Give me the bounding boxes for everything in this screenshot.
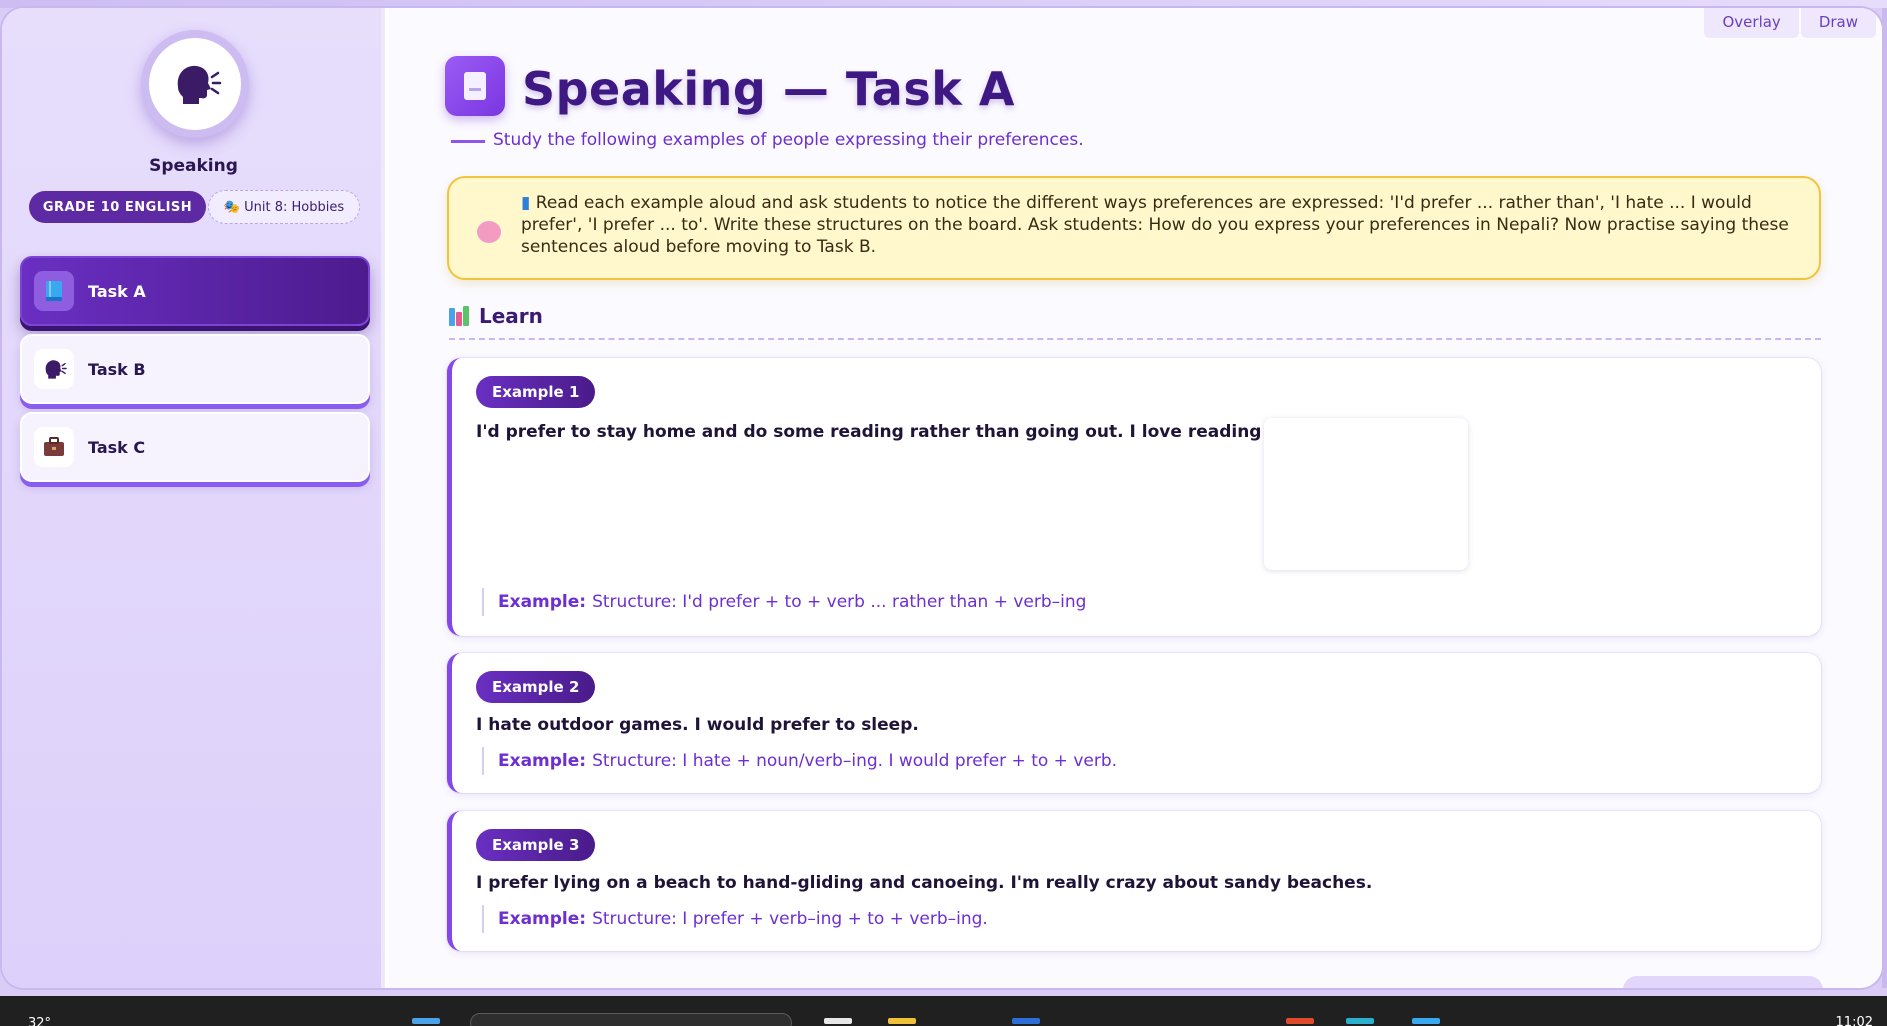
document-icon <box>445 56 505 116</box>
example-label: Example: <box>498 592 587 612</box>
browser-icon[interactable] <box>1346 1018 1374 1024</box>
structure-text: Structure: I'd prefer + to + verb ... ra… <box>592 592 1087 612</box>
example-image <box>1264 418 1468 570</box>
sidebar-item-label: Task A <box>88 281 146 301</box>
teacher-note: ▮ Read each example aloud and ask studen… <box>447 176 1821 280</box>
app-window: Speaking GRADE 10 ENGLISH 🎭 Unit 8: Hobb… <box>2 8 1882 988</box>
example-card-2: Example 2 I hate outdoor games. I would … <box>447 653 1821 793</box>
sidebar-item-label: Task B <box>88 359 146 379</box>
next-button[interactable] <box>1623 976 1823 988</box>
example-label: Example: <box>498 751 587 771</box>
file-explorer-icon[interactable] <box>824 1018 852 1024</box>
page-subtitle: Study the following examples of people e… <box>493 130 1084 150</box>
speaking-head-icon <box>45 360 67 379</box>
example-badge: Example 2 <box>476 671 596 703</box>
sidebar-item-task-b[interactable]: Task B <box>20 334 370 404</box>
app-icon[interactable] <box>1412 1018 1440 1024</box>
example-sentence: I hate outdoor games. I would prefer to … <box>476 715 919 735</box>
briefcase-icon <box>44 437 64 456</box>
example-sentence: I'd prefer to stay home and do some read… <box>476 422 1348 442</box>
books-icon <box>449 306 471 326</box>
sidebar-item-task-a[interactable]: Task A <box>20 256 370 326</box>
app-icon[interactable] <box>888 1018 916 1024</box>
sidebar: Speaking GRADE 10 ENGLISH 🎭 Unit 8: Hobb… <box>2 8 385 988</box>
theater-masks-icon: 🎭 <box>223 199 241 215</box>
example-structure: Example: Structure: I prefer + verb–ing … <box>482 905 988 933</box>
example-structure: Example: Structure: I'd prefer + to + ve… <box>482 588 1086 616</box>
learn-heading-text: Learn <box>479 304 543 328</box>
draw-button[interactable]: Draw <box>1800 8 1876 38</box>
overlay-button[interactable]: Overlay <box>1704 8 1799 38</box>
sidebar-title: Speaking <box>149 156 238 176</box>
example-structure: Example: Structure: I hate + noun/verb–i… <box>482 747 1117 775</box>
example-card-1: Example 1 I'd prefer to stay home and do… <box>447 358 1821 636</box>
example-card-3: Example 3 I prefer lying on a beach to h… <box>447 811 1821 951</box>
learn-heading: Learn <box>449 304 543 328</box>
avatar <box>141 30 249 138</box>
app-icon[interactable] <box>1012 1018 1040 1024</box>
start-icon[interactable] <box>412 1018 440 1024</box>
sidebar-item-task-c[interactable]: Task C <box>20 412 370 482</box>
subtitle-divider <box>451 140 485 143</box>
unit-badge: 🎭 Unit 8: Hobbies <box>208 190 360 224</box>
taskbar: 32° 11:02 <box>0 996 1887 1026</box>
window-scrollbar[interactable] <box>1882 8 1887 988</box>
main-content: Overlay Draw Speaking — Task A Study the… <box>389 8 1882 988</box>
taskbar-search[interactable] <box>470 1013 792 1026</box>
app-icon[interactable] <box>1286 1018 1314 1024</box>
page-title: Speaking — Task A <box>522 62 1015 116</box>
unit-label: Unit 8: Hobbies <box>244 199 345 215</box>
structure-text: Structure: I prefer + verb–ing + to + ve… <box>592 909 988 929</box>
teacher-note-text: Read each example aloud and ask students… <box>521 193 1789 257</box>
brain-icon <box>477 221 501 243</box>
structure-text: Structure: I hate + noun/verb–ing. I wou… <box>592 751 1118 771</box>
weather-temperature[interactable]: 32° <box>28 1016 51 1026</box>
example-sentence: I prefer lying on a beach to hand-glidin… <box>476 873 1373 893</box>
learn-divider <box>449 338 1821 340</box>
book-icon <box>46 281 62 301</box>
example-badge: Example 1 <box>476 376 596 408</box>
top-strip <box>0 0 1887 8</box>
example-badge: Example 3 <box>476 829 596 861</box>
book-icon: ▮ <box>521 193 531 213</box>
example-label: Example: <box>498 909 587 929</box>
sidebar-item-label: Task C <box>88 437 146 457</box>
taskbar-clock: 11:02 <box>1835 1015 1873 1026</box>
grade-badge: GRADE 10 ENGLISH <box>29 191 206 223</box>
speaking-head-icon <box>177 65 222 104</box>
top-toolbar: Overlay Draw <box>1704 8 1876 38</box>
